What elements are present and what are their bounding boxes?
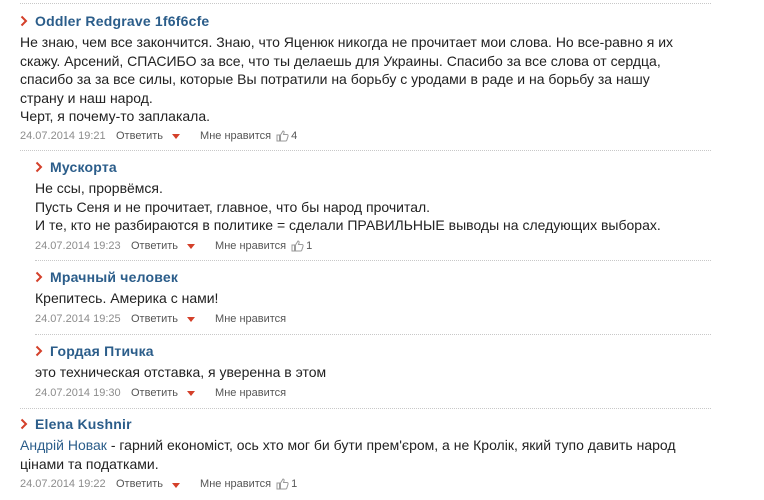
comment-text-line: скажу. Арсений, СПАСИБО за все, что ты д…: [20, 52, 661, 69]
comment-author[interactable]: Гордая Птичка: [50, 343, 154, 359]
caret-down-icon[interactable]: [187, 391, 196, 396]
comment-date: 24.07.2014 19:30: [35, 386, 121, 399]
chevron-right-icon: [35, 345, 47, 357]
comment-date: 24.07.2014 19:23: [35, 239, 121, 252]
separator: [20, 3, 711, 4]
caret-down-icon[interactable]: [187, 317, 196, 322]
like-count-value: 1: [291, 478, 298, 490]
mention-link[interactable]: Андрій Новак: [20, 437, 107, 453]
comment-text-line: Не знаю, чем все закончится. Знаю, что Я…: [20, 34, 674, 50]
comment-text-line: Крепитесь. Америка с нами!: [35, 290, 219, 306]
chevron-right-icon: [35, 161, 47, 173]
chevron-right-icon: [35, 271, 47, 283]
thumbs-up-icon: [276, 129, 291, 142]
like-button[interactable]: Мне нравится: [200, 130, 271, 142]
comment-text-line: И те, кто не разбираются в политике = сд…: [35, 217, 661, 233]
like-button[interactable]: Мне нравится: [200, 478, 271, 490]
caret-down-icon[interactable]: [172, 134, 181, 139]
reply-button[interactable]: Ответить: [116, 478, 181, 490]
comment-text: Не ссы, прорвёмся. Пусть Сеня и не прочи…: [35, 179, 725, 235]
comment-text: Крепитесь. Америка с нами!: [35, 289, 725, 308]
comment-text: Не знаю, чем все закончится. Знаю, что Я…: [20, 33, 720, 126]
comment-author[interactable]: Мрачный человек: [50, 269, 178, 285]
comment-text: Андрій Новак - гарний економіст, ось хто…: [20, 436, 720, 473]
separator: [35, 334, 711, 335]
comment-text-line: Не ссы, прорвёмся.: [35, 180, 163, 196]
comment-text-fragment: - гарний економіст, ось хто мог би бути …: [106, 437, 676, 453]
comment-text-line: Черт, я почему-то заплакала.: [20, 108, 211, 124]
like-count[interactable]: 4: [276, 130, 297, 142]
reply-label: Ответить: [131, 386, 179, 399]
comment-text-line: это техническая отставка, я уверенна в э…: [35, 364, 327, 380]
reply-button[interactable]: Ответить: [116, 129, 181, 142]
chevron-right-icon: [20, 15, 32, 27]
comment-text-line: Пусть Сеня и не прочитает, главное, что …: [35, 198, 431, 215]
comment-text-line: Андрій Новак - гарний економіст, ось хто…: [20, 436, 720, 455]
caret-down-icon[interactable]: [172, 482, 181, 488]
comment-text-line: цінами та податками.: [20, 455, 159, 472]
separator: [35, 260, 711, 261]
like-count-value: 1: [306, 239, 313, 252]
comment: Мускорта Не ссы, прорвёмся. Пусть Сеня и…: [35, 157, 725, 254]
like-count[interactable]: 1: [276, 478, 297, 490]
caret-down-icon[interactable]: [187, 244, 196, 249]
like-count[interactable]: 1: [291, 240, 312, 252]
reply-label: Ответить: [116, 129, 164, 142]
comment-author[interactable]: Мускорта: [50, 159, 117, 175]
comment-date: 24.07.2014 19:22: [20, 478, 106, 490]
like-button[interactable]: Мне нравится: [215, 313, 286, 325]
comment: Мрачный человек Крепитесь. Америка с нам…: [35, 267, 725, 327]
comment-date: 24.07.2014 19:21: [20, 129, 106, 142]
separator: [20, 150, 711, 151]
like-button[interactable]: Мне нравится: [215, 240, 286, 252]
like-button[interactable]: Мне нравится: [215, 387, 286, 399]
comment: Oddler Redgrave 1f6f6cfe Не знаю, чем вс…: [20, 11, 720, 144]
comment: Elena Kushnir Андрій Новак - гарний екон…: [20, 414, 720, 492]
reply-button[interactable]: Ответить: [131, 386, 196, 399]
thumbs-up-icon: [276, 478, 291, 490]
chevron-right-icon: [20, 418, 32, 430]
reply-label: Ответить: [116, 478, 164, 490]
thumbs-up-icon: [291, 239, 306, 252]
reply-button[interactable]: Ответить: [131, 312, 196, 325]
comment-text: это техническая отставка, я уверенна в э…: [35, 363, 725, 382]
comment: Гордая Птичка это техническая отставка, …: [35, 341, 725, 401]
comment-author[interactable]: Elena Kushnir: [35, 416, 132, 432]
reply-label: Ответить: [131, 312, 179, 325]
reply-label: Ответить: [131, 239, 179, 252]
like-count-value: 4: [291, 129, 298, 142]
comment-author[interactable]: Oddler Redgrave 1f6f6cfe: [35, 13, 209, 29]
comment-date: 24.07.2014 19:25: [35, 312, 121, 325]
reply-button[interactable]: Ответить: [131, 239, 196, 252]
separator: [20, 408, 711, 409]
comment-text-line: страну и наш народ.: [20, 89, 153, 106]
comment-text-line: спасибо за за все силы, которые Вы потра…: [20, 71, 650, 87]
